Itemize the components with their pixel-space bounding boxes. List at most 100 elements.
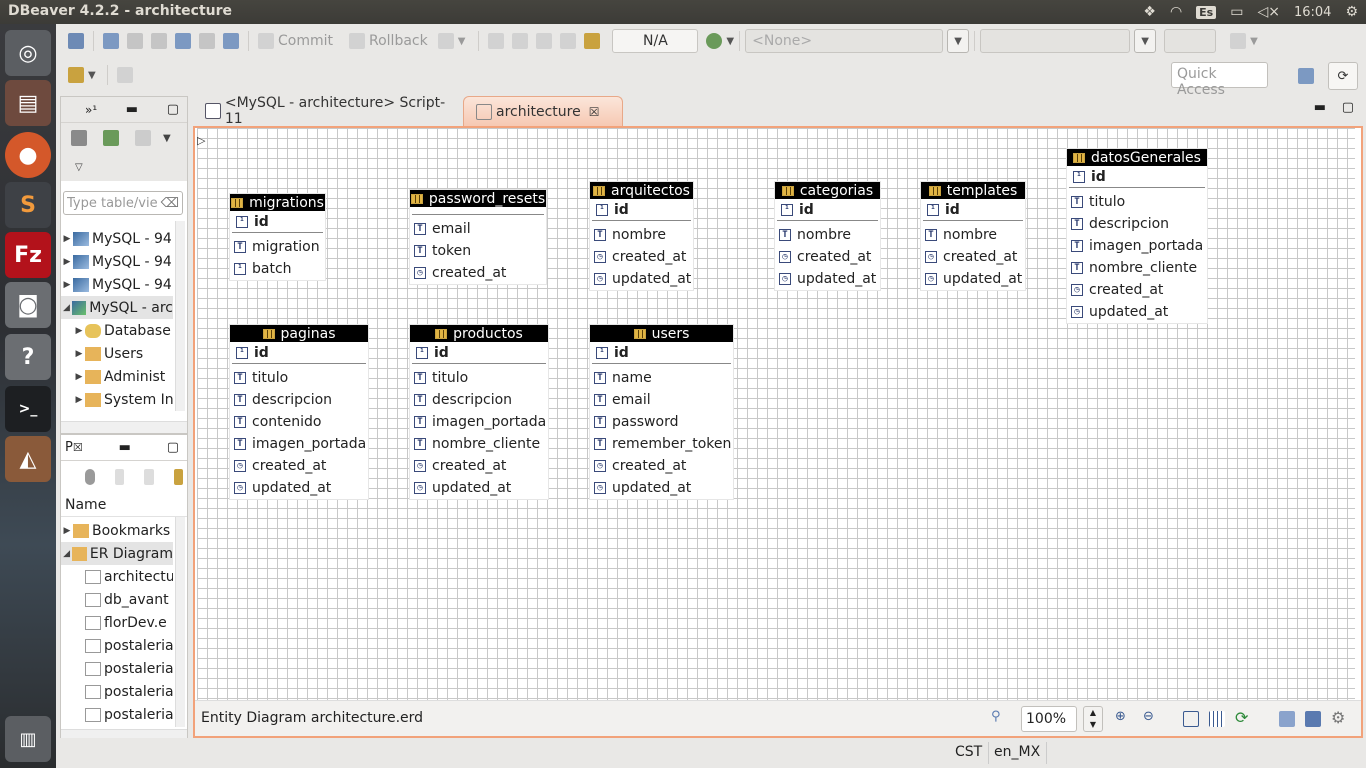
column-row[interactable]: Tcontenido <box>230 411 368 433</box>
expand-arrow-icon[interactable]: ▶ <box>73 395 85 405</box>
tree-item-diagram[interactable]: architectu <box>85 565 173 588</box>
trash-icon[interactable]: ▥ <box>5 716 51 762</box>
expand-arrow-icon[interactable]: ▶ <box>73 372 85 382</box>
primary-key-column[interactable]: ¹ id <box>412 342 546 364</box>
wifi-icon[interactable]: ◠ <box>1170 4 1182 20</box>
print-icon[interactable] <box>1305 711 1321 727</box>
entity-header[interactable]: templates <box>921 182 1025 199</box>
link-icon[interactable] <box>135 130 151 146</box>
tree-item-users[interactable]: ▶ Users <box>73 342 144 365</box>
column-row[interactable]: Ttitulo <box>410 367 548 389</box>
entity-templates[interactable]: templates ¹ id Tnombre ◷ created_at ◷ updated_a… <box>921 182 1025 290</box>
entity-arquitectos[interactable]: arquitectos ¹ id Tnombre ◷ created_at ◷ updated… <box>590 182 693 290</box>
expand-arrow-icon[interactable]: ▶ <box>61 280 73 290</box>
power-settings-icon[interactable]: ⚙ <box>1345 4 1358 20</box>
filezilla-icon[interactable]: Fz <box>5 232 51 278</box>
connect-icon[interactable] <box>71 130 87 146</box>
files-icon[interactable]: ▤ <box>5 80 51 126</box>
primary-key-column[interactable]: ¹ id <box>1069 166 1205 188</box>
entity-header[interactable]: migrations <box>230 194 325 211</box>
zoom-spinner[interactable]: ▲ ▼ <box>1083 706 1103 732</box>
tree-item-diagram[interactable]: postaleria <box>85 634 173 657</box>
column-row[interactable]: ◷ created_at <box>230 455 368 477</box>
tree-item-diagram[interactable]: postaleria <box>85 657 173 680</box>
column-row[interactable]: Timagen_portada <box>1067 235 1207 257</box>
entity-header[interactable]: productos <box>410 325 548 342</box>
tree-item-system-info[interactable]: ▶ System In <box>73 388 173 411</box>
rocket-icon[interactable] <box>68 67 84 83</box>
commit-icon[interactable] <box>258 33 274 49</box>
preferences-icon[interactable] <box>584 33 601 49</box>
expand-arrow-icon[interactable]: ▶ <box>61 234 73 244</box>
primary-key-column[interactable]: ¹ id <box>232 342 366 364</box>
layout-icon[interactable] <box>1183 711 1199 727</box>
expand-arrow-icon[interactable]: ▶ <box>61 257 73 267</box>
invalidate-icon[interactable] <box>151 33 167 49</box>
tree-item-connection-selected[interactable]: ◢ MySQL - arc <box>61 296 173 319</box>
entity-users[interactable]: users ¹ id Tname Temail Tpassword Tremember_to… <box>590 325 733 499</box>
entity-header[interactable]: arquitectos <box>590 182 693 199</box>
quick-access-input[interactable]: Quick Access <box>1171 62 1268 98</box>
column-row[interactable]: Tnombre <box>590 224 693 246</box>
column-row[interactable]: Timagen_portada <box>230 433 368 455</box>
column-row[interactable]: Ttoken <box>410 240 546 262</box>
close-icon[interactable]: ☒ <box>73 441 83 454</box>
column-row[interactable]: ¹ batch <box>230 258 325 280</box>
column-row[interactable]: ◷ updated_at <box>590 268 693 290</box>
column-row[interactable]: ◷ updated_at <box>230 477 368 499</box>
primary-key-column[interactable]: ¹ id <box>923 199 1023 221</box>
ubuntu-dash-icon[interactable]: ◎ <box>5 30 51 76</box>
sql-editor-icon[interactable] <box>175 33 191 49</box>
settings-icon[interactable]: ⚙ <box>1331 708 1345 727</box>
sublime-text-icon[interactable]: S <box>5 182 51 228</box>
new-connection-icon[interactable] <box>103 130 119 146</box>
entity-password_resets[interactable]: password_resets Temail Ttoken ◷ created_at <box>410 190 546 284</box>
tree-item-diagram[interactable]: postaleria <box>85 703 173 726</box>
schema-combo-dropdown[interactable]: ▼ <box>947 29 970 53</box>
refresh-icon[interactable]: ⟳ <box>1235 708 1248 727</box>
entity-datosGenerales[interactable]: datosGenerales ¹ id Ttitulo Tdescripcion Tima… <box>1067 149 1207 323</box>
entity-migrations[interactable]: migrations ¹ id Tmigration ¹ batch <box>230 194 325 280</box>
tree-item-diagram[interactable]: postaleria <box>85 680 173 703</box>
collapse-all-icon[interactable] <box>114 469 124 485</box>
navigator-vscrollbar[interactable] <box>175 221 185 411</box>
expand-arrow-icon[interactable]: ▶ <box>73 326 85 336</box>
column-row[interactable]: ◷ created_at <box>590 455 733 477</box>
connect-icon[interactable] <box>103 33 119 49</box>
search-icon[interactable]: ⚲ <box>991 709 1001 724</box>
dbeaver-icon[interactable]: ◭ <box>5 436 51 482</box>
help-icon[interactable]: ? <box>5 334 51 380</box>
keyboard-layout-indicator[interactable]: Es <box>1196 5 1217 19</box>
collapse-arrow-icon[interactable]: ◢ <box>61 303 72 313</box>
commit-button[interactable]: Commit <box>278 33 333 49</box>
zoom-out-icon[interactable]: ⊖ <box>1143 709 1154 724</box>
volume-muted-icon[interactable]: ◁× <box>1257 4 1280 20</box>
projects-vscrollbar[interactable] <box>175 517 185 727</box>
clear-filter-icon[interactable]: ⌫ <box>161 196 179 211</box>
tree-item-diagram[interactable]: florDev.e <box>85 611 167 634</box>
column-row[interactable]: ◷ created_at <box>1067 279 1207 301</box>
tab-script-11[interactable]: <MySQL - architecture> Script-11 <box>193 95 461 127</box>
column-row[interactable]: Ttitulo <box>1067 191 1207 213</box>
column-row[interactable]: ◷ updated_at <box>410 477 548 499</box>
column-row[interactable]: Tnombre <box>921 224 1025 246</box>
tree-item-connection[interactable]: ▶ MySQL - 94 <box>61 273 172 296</box>
column-row[interactable]: ◷ created_at <box>775 246 880 268</box>
export-icon[interactable] <box>1279 711 1295 727</box>
new-connection-icon[interactable] <box>68 33 84 49</box>
maximize-icon[interactable]: ▢ <box>167 440 179 455</box>
column-row[interactable]: ◷ created_at <box>410 262 546 284</box>
tree-item-diagram[interactable]: db_avant <box>85 588 169 611</box>
firefox-icon[interactable]: ● <box>5 132 51 178</box>
column-row[interactable]: Tnombre <box>775 224 880 246</box>
entity-header[interactable]: users <box>590 325 733 342</box>
column-row[interactable]: Ttitulo <box>230 367 368 389</box>
entity-categorias[interactable]: categorias ¹ id Tnombre ◷ created_at ◷ updated_… <box>775 182 880 290</box>
rollback-icon[interactable] <box>349 33 365 49</box>
cancel-icon[interactable] <box>512 33 529 49</box>
clock[interactable]: 16:04 <box>1294 5 1331 20</box>
column-row[interactable]: Tpassword <box>590 411 733 433</box>
tree-item-bookmarks[interactable]: ▶ Bookmarks <box>61 519 171 542</box>
transaction-mode-combo[interactable]: N/A <box>612 29 699 53</box>
forward-icon[interactable] <box>560 33 577 49</box>
